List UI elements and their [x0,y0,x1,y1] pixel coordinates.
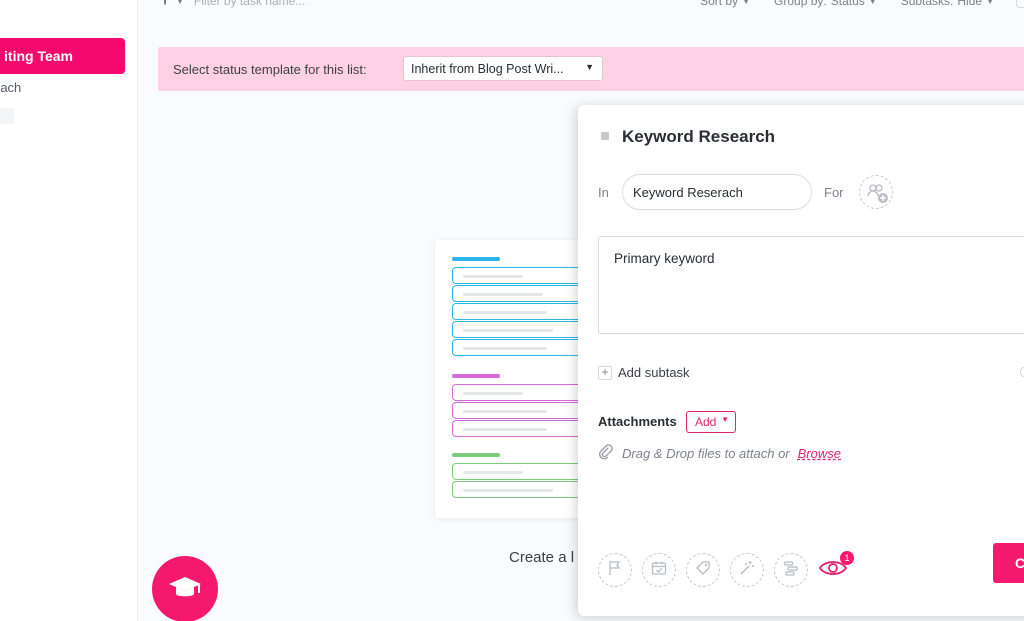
task-title[interactable]: Keyword Research [622,127,775,147]
magic-wand-icon [739,560,755,581]
add-user-icon [860,184,892,212]
panel-edge-toggle[interactable] [1020,367,1024,377]
illustration-row [452,285,585,302]
assignee-picker[interactable] [859,175,893,209]
sidebar-item-label: iting Team [4,48,73,64]
illustration-row [452,481,585,498]
illustration-group-header [452,257,500,261]
calendar-icon [651,560,667,581]
illustration-group-header [452,374,500,378]
academy-button[interactable] [152,556,218,621]
due-date-button[interactable] [642,553,676,587]
banner-label: Select status template for this list: [173,62,367,77]
automation-button[interactable] [730,553,764,587]
paperclip-icon [598,444,614,463]
attachment-dropzone[interactable]: Drag & Drop files to attach or Browse [598,444,841,463]
chevron-down-icon: ▼ [585,62,594,72]
chevron-down-icon: ▼ [721,415,729,424]
sidebar-faint-item [0,108,14,124]
graduation-cap-icon [168,573,202,606]
chevron-down-icon: ▼ [742,0,751,6]
illustration-row [452,339,585,356]
attachments-title: Attachments [598,414,677,429]
illustration-group-header [452,453,500,457]
create-list-text[interactable]: Create a l [509,549,574,566]
group-by-button[interactable]: Group by: Status ▼ [774,0,877,8]
illustration-row [452,303,585,320]
chevron-down-icon: ▼ [986,0,994,6]
gantt-icon [783,560,799,581]
filter-control[interactable]: ▼ Filter by task name... [160,0,305,8]
flag-icon [608,560,622,581]
filter-icon[interactable] [160,0,170,8]
illustration-row [452,420,585,437]
sort-by-button[interactable]: Sort by ▼ [700,0,750,8]
task-action-icons [598,553,808,587]
task-status-square[interactable] [601,132,609,140]
list-selector[interactable]: Keyword Reserach [622,174,812,210]
for-label: For [824,185,844,200]
task-create-panel: Keyword Research In Keyword Reserach For… [578,105,1024,616]
sidebar: iting Team rach [0,0,138,621]
tags-button[interactable] [686,553,720,587]
dependencies-button[interactable] [774,553,808,587]
status-template-select[interactable]: Inherit from Blog Post Wri... ▼ [403,56,603,81]
subtasks-button[interactable]: Subtasks: Hide ▼ [901,0,994,8]
task-description-input[interactable]: Primary keyword [598,236,1024,334]
illustration-row [452,267,585,284]
empty-state-illustration [435,240,585,518]
watchers-button[interactable]: 1 [816,551,854,585]
priority-flag-button[interactable] [598,553,632,587]
tag-icon [695,560,711,581]
filter-input[interactable]: Filter by task name... [194,0,305,8]
sidebar-item-research[interactable]: rach [0,80,25,95]
status-template-banner: Select status template for this list: In… [158,47,1024,91]
toolbar-edge-button[interactable] [1016,0,1024,8]
add-attachment-button[interactable]: Add ▼ [686,411,736,433]
plus-icon: + [598,365,612,380]
browse-link[interactable]: Browse [798,446,841,461]
illustration-row [452,321,585,338]
in-label: In [598,185,609,200]
illustration-row [452,384,585,401]
illustration-row [452,402,585,419]
watchers-count-badge: 1 [840,551,854,565]
chevron-down-icon: ▼ [868,0,877,6]
illustration-row [452,463,585,480]
top-toolbar: ▼ Filter by task name... Sort by ▼ Group … [138,0,1024,10]
chevron-down-icon[interactable]: ▼ [176,0,184,6]
sidebar-item-team[interactable]: iting Team [0,38,125,74]
create-task-button[interactable]: C [993,543,1024,583]
add-subtask-button[interactable]: + Add subtask [598,365,690,380]
